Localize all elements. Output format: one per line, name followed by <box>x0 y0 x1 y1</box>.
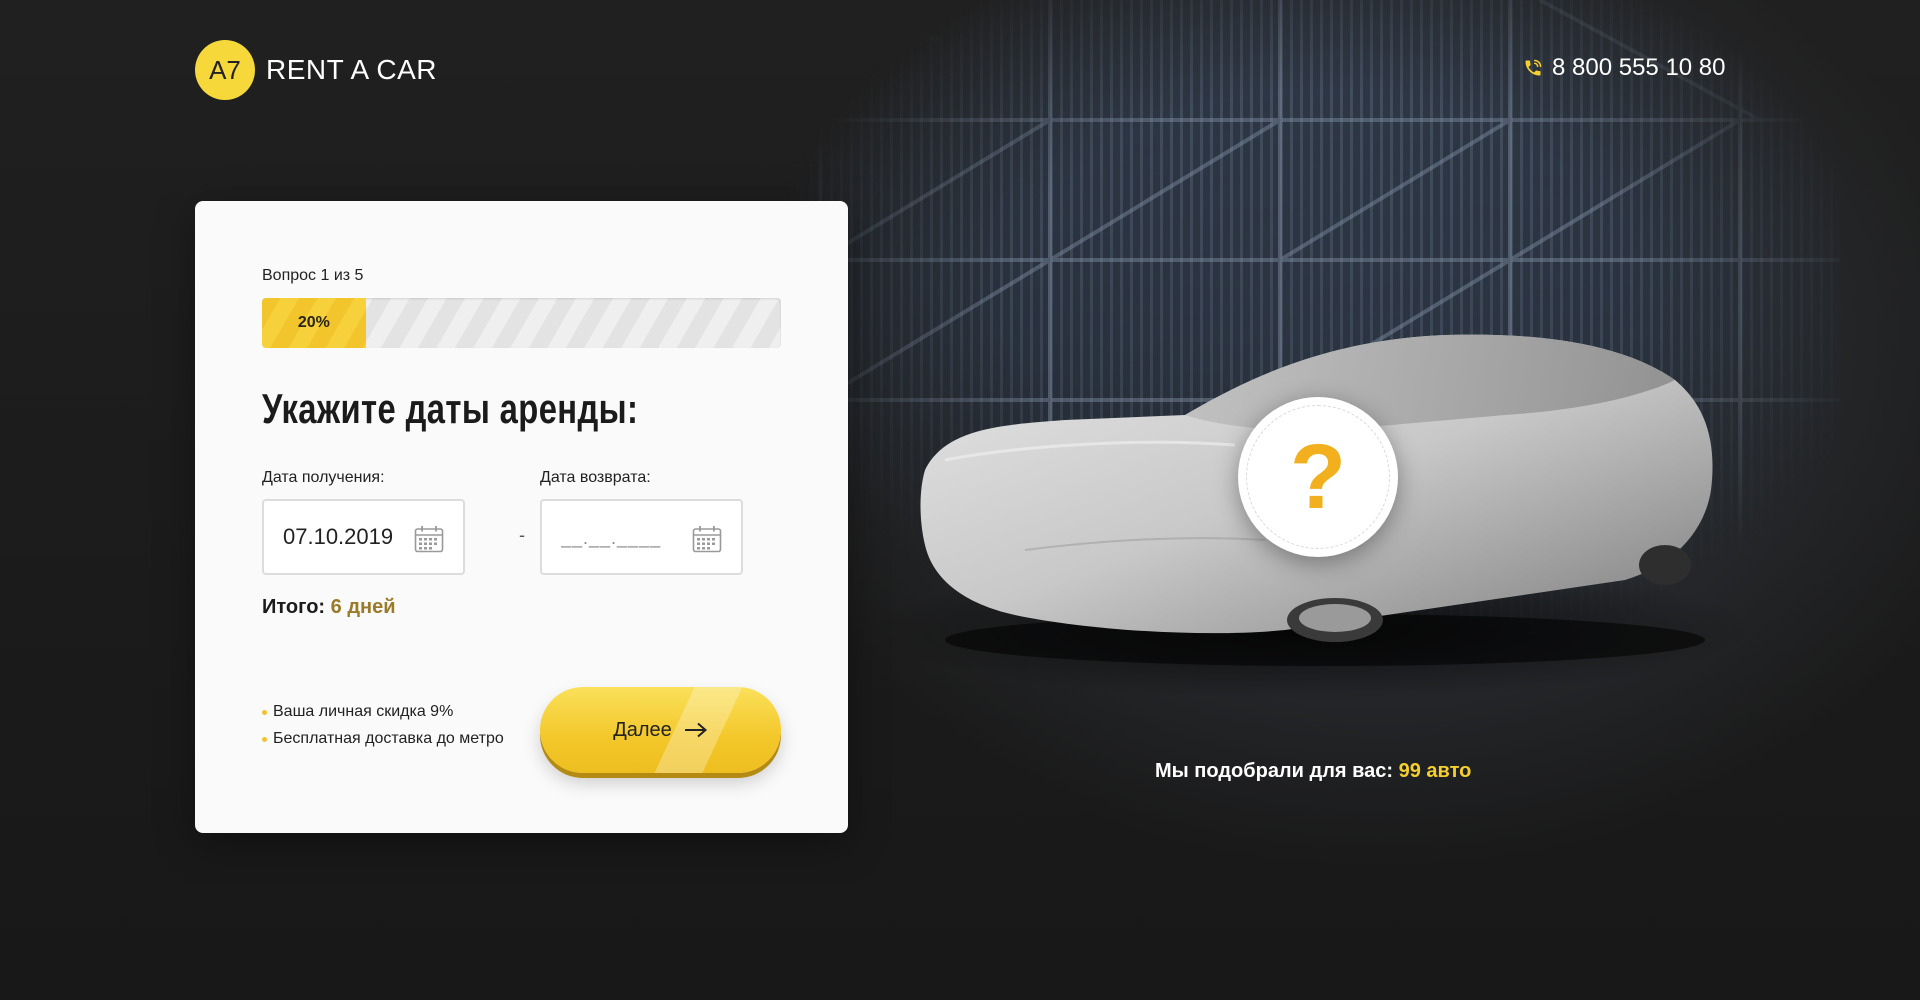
bonus-text: Бесплатная доставка до метро <box>273 730 504 747</box>
arrow-right-icon <box>684 722 707 738</box>
mystery-car-badge: ? <box>1238 397 1398 557</box>
return-date-input[interactable] <box>561 501 711 573</box>
calendar-icon[interactable] <box>692 525 722 553</box>
date-separator: - <box>519 525 525 545</box>
total: Итого: 6 дней <box>262 596 396 619</box>
quiz-card: Вопрос 1 из 5 20% Укажите даты аренды: Д… <box>195 201 848 833</box>
matches-label: Мы подобрали для вас: <box>1155 760 1394 782</box>
matches-counter: Мы подобрали для вас: 99 авто <box>1155 760 1471 783</box>
total-label: Итого: <box>262 596 326 618</box>
bonus-list: Ваша личная скидка 9% Бесплатная доставк… <box>262 703 504 757</box>
pickup-date-field[interactable] <box>262 499 465 575</box>
phone-icon <box>1525 59 1542 76</box>
bullet-dot <box>262 709 267 715</box>
progress-bar: 20% <box>262 298 781 348</box>
pickup-date-label: Дата получения: <box>262 469 385 486</box>
calendar-icon[interactable] <box>414 525 444 553</box>
logo-badge: A7 <box>195 40 255 100</box>
pickup-date-input[interactable] <box>283 501 433 573</box>
quiz-title: Укажите даты аренды: <box>262 385 639 432</box>
logo-text: RENT A CAR <box>266 54 437 85</box>
next-button[interactable]: Далее <box>540 687 781 773</box>
phone-link[interactable]: 8 800 555 10 80 <box>1523 54 1726 82</box>
return-date-field[interactable] <box>540 499 743 575</box>
total-value: 6 дней <box>330 596 396 618</box>
bonus-text: Ваша личная скидка 9% <box>273 703 454 720</box>
question-mark-icon: ? <box>1289 426 1347 528</box>
logo[interactable]: A7 RENT A CAR <box>195 40 437 100</box>
question-counter: Вопрос 1 из 5 <box>262 267 364 284</box>
next-button-label: Далее <box>613 718 672 741</box>
progress-fill: 20% <box>262 298 366 348</box>
matches-value: 99 авто <box>1398 760 1472 782</box>
return-date-label: Дата возврата: <box>540 469 651 486</box>
progress-label: 20% <box>297 314 330 331</box>
phone-number: 8 800 555 10 80 <box>1552 54 1726 81</box>
bullet-dot <box>262 736 267 742</box>
bonus-item: Бесплатная доставка до метро <box>262 730 504 748</box>
bonus-item: Ваша личная скидка 9% <box>262 703 504 721</box>
